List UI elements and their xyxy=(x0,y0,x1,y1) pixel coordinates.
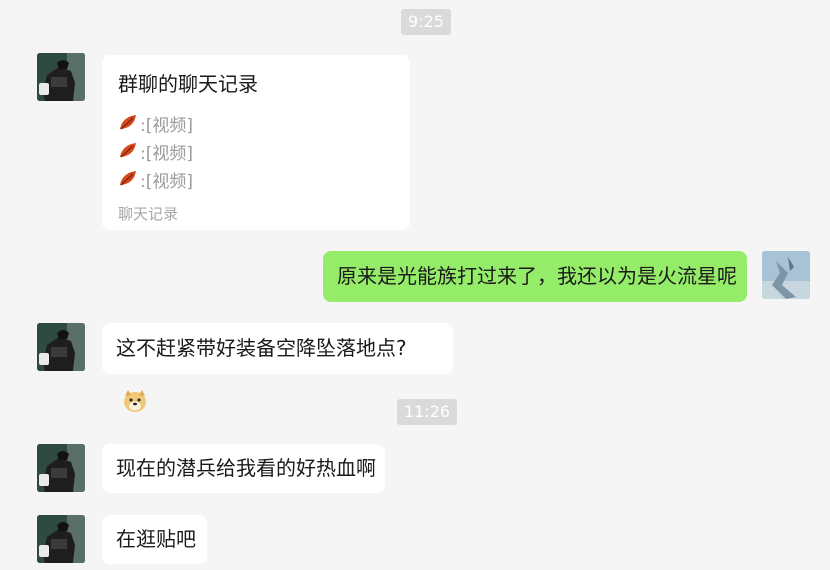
leaf-icon xyxy=(120,171,136,186)
avatar[interactable] xyxy=(37,444,85,492)
avatar[interactable] xyxy=(37,515,85,563)
timestamp: 9:25 xyxy=(401,9,451,35)
card-row-text: :[视频] xyxy=(140,115,193,136)
list-item: :[视频] xyxy=(118,137,394,165)
avatar[interactable] xyxy=(37,323,85,371)
card-row-text: :[视频] xyxy=(140,143,193,164)
doge-emoji-icon xyxy=(124,389,146,412)
message-bubble[interactable]: 在逛贴吧 xyxy=(102,515,207,564)
list-item: :[视频] xyxy=(118,109,394,137)
avatar[interactable] xyxy=(762,251,810,299)
chat-history-footer: 聊天记录 xyxy=(118,205,179,223)
leaf-icon xyxy=(120,143,136,158)
message-text: 在逛贴吧 xyxy=(116,527,196,551)
timestamp: 11:26 xyxy=(397,399,458,425)
message-bubble[interactable]: 现在的潜兵给我看的好热血啊 xyxy=(102,444,385,493)
leaf-icon xyxy=(120,115,136,130)
list-item: :[视频] xyxy=(118,165,394,193)
chat-history-card[interactable]: 群聊的聊天记录 :[视频] :[视频] :[视频] 聊天记录 xyxy=(102,55,410,230)
card-row-text: :[视频] xyxy=(140,171,193,192)
message-text: 现在的潜兵给我看的好热血啊 xyxy=(116,456,376,480)
message-text: 原来是光能族打过来了，我还以为是火流星呢 xyxy=(337,264,737,288)
message-text: 这不赶紧带好装备空降坠落地点? xyxy=(116,336,407,360)
chat-history-title: 群聊的聊天记录 xyxy=(118,72,258,96)
message-bubble[interactable]: 这不赶紧带好装备空降坠落地点? xyxy=(102,323,453,412)
avatar[interactable] xyxy=(37,53,85,101)
message-bubble[interactable]: 原来是光能族打过来了，我还以为是火流星呢 xyxy=(323,251,747,302)
